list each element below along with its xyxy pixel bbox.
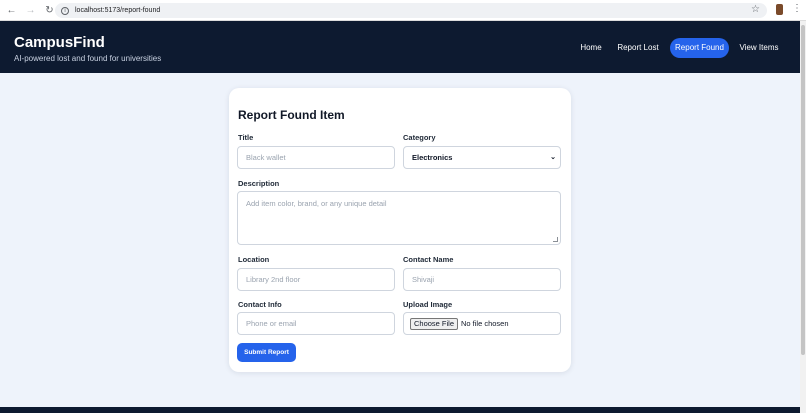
description-placeholder: Add item color, brand, or any unique det…: [246, 199, 387, 208]
back-arrow-icon[interactable]: ←: [5, 4, 18, 17]
category-value: Electronics: [412, 153, 453, 162]
brand-tagline: AI-powered lost and found for universiti…: [14, 54, 162, 63]
form-title: Report Found Item: [238, 108, 345, 122]
brand-logo[interactable]: CampusFind: [14, 34, 105, 51]
submit-report-button[interactable]: Submit Report: [237, 343, 296, 362]
category-select[interactable]: Electronics ⌄: [403, 146, 561, 169]
contact-info-placeholder: Phone or email: [246, 319, 297, 328]
page-scrollbar[interactable]: [800, 21, 806, 413]
nav-report-found[interactable]: Report Found: [670, 38, 729, 58]
scrollbar-thumb[interactable]: [801, 25, 805, 355]
upload-image-input[interactable]: Choose File No file chosen: [403, 312, 561, 335]
site-info-icon[interactable]: i: [61, 6, 69, 15]
address-bar[interactable]: i localhost:5173/report-found: [55, 3, 767, 18]
location-input[interactable]: Library 2nd floor: [237, 268, 395, 291]
browser-menu-icon[interactable]: ⋮: [792, 3, 802, 14]
contact-name-label: Contact Name: [403, 255, 454, 264]
resize-handle-icon[interactable]: [553, 237, 558, 242]
choose-file-button[interactable]: Choose File: [410, 318, 459, 330]
category-label: Category: [403, 133, 436, 142]
chevron-down-icon: ⌄: [550, 154, 556, 161]
title-input[interactable]: Black wallet: [237, 146, 395, 169]
browser-toolbar: ← → ↻ i localhost:5173/report-found ☆ ⋮: [0, 0, 806, 21]
file-status-text: No file chosen: [461, 319, 509, 328]
title-label: Title: [238, 133, 254, 142]
forward-arrow-icon[interactable]: →: [24, 4, 37, 17]
contact-name-placeholder: Shivaji: [412, 275, 435, 284]
url-text[interactable]: localhost:5173/report-found: [75, 7, 160, 14]
title-placeholder: Black wallet: [246, 153, 286, 162]
description-textarea[interactable]: Add item color, brand, or any unique det…: [237, 191, 561, 245]
location-placeholder: Library 2nd floor: [246, 275, 301, 284]
bookmark-star-icon[interactable]: ☆: [751, 4, 760, 15]
app-header: CampusFind AI-powered lost and found for…: [0, 21, 800, 73]
nav-home[interactable]: Home: [576, 38, 606, 58]
contact-info-input[interactable]: Phone or email: [237, 312, 395, 335]
report-found-card: Report Found Item Title Black wallet Cat…: [229, 88, 571, 372]
contact-name-input[interactable]: Shivaji: [403, 268, 561, 291]
description-label: Description: [238, 179, 280, 188]
page-footer: [0, 407, 800, 413]
nav-view-items[interactable]: View Items: [737, 38, 781, 58]
location-label: Location: [238, 255, 270, 264]
contact-info-label: Contact Info: [238, 300, 282, 309]
upload-image-label: Upload Image: [403, 300, 453, 309]
nav-report-lost[interactable]: Report Lost: [616, 38, 660, 58]
extension-icon[interactable]: [776, 4, 783, 15]
